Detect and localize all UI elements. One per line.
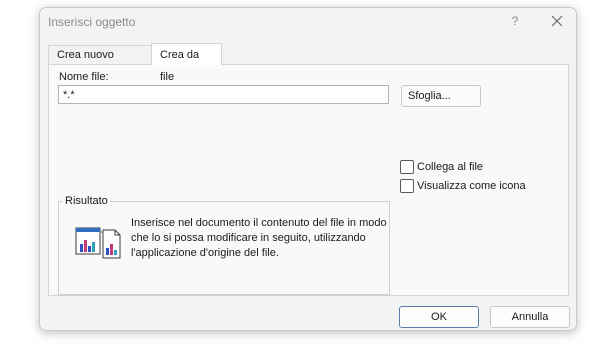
file-name-input[interactable] <box>58 85 389 104</box>
browse-button[interactable]: Sfoglia... <box>401 85 481 107</box>
close-icon <box>551 15 563 27</box>
file-name-label: Nome file: <box>59 71 109 83</box>
result-description: Inserisce nel documento il contenuto del… <box>131 217 387 259</box>
close-button[interactable] <box>546 11 568 31</box>
dialog-title: Inserisci oggetto <box>48 15 136 29</box>
insert-object-dialog: Inserisci oggetto ? Crea nuovo oggetto C… <box>39 7 577 331</box>
link-to-file-checkbox[interactable] <box>400 160 414 174</box>
display-as-icon-label: Visualizza come icona <box>417 180 526 192</box>
tab-crea-nuovo-oggetto[interactable]: Crea nuovo oggetto <box>48 45 152 80</box>
tab-crea-da-file[interactable]: Crea da file <box>151 43 222 83</box>
link-to-file-label: Collega al file <box>417 161 484 173</box>
result-group: Risultato Inserisce nel documento il con… <box>58 195 390 295</box>
embed-document-icon <box>75 224 123 263</box>
tab-panel: Nome file: Sfoglia... Collega al file Vi… <box>48 64 569 296</box>
cancel-button[interactable]: Annulla <box>490 306 570 328</box>
display-as-icon-checkbox[interactable] <box>400 179 414 193</box>
help-button[interactable]: ? <box>505 12 525 30</box>
ok-button[interactable]: OK <box>399 306 479 328</box>
result-title: Risultato <box>63 195 110 207</box>
